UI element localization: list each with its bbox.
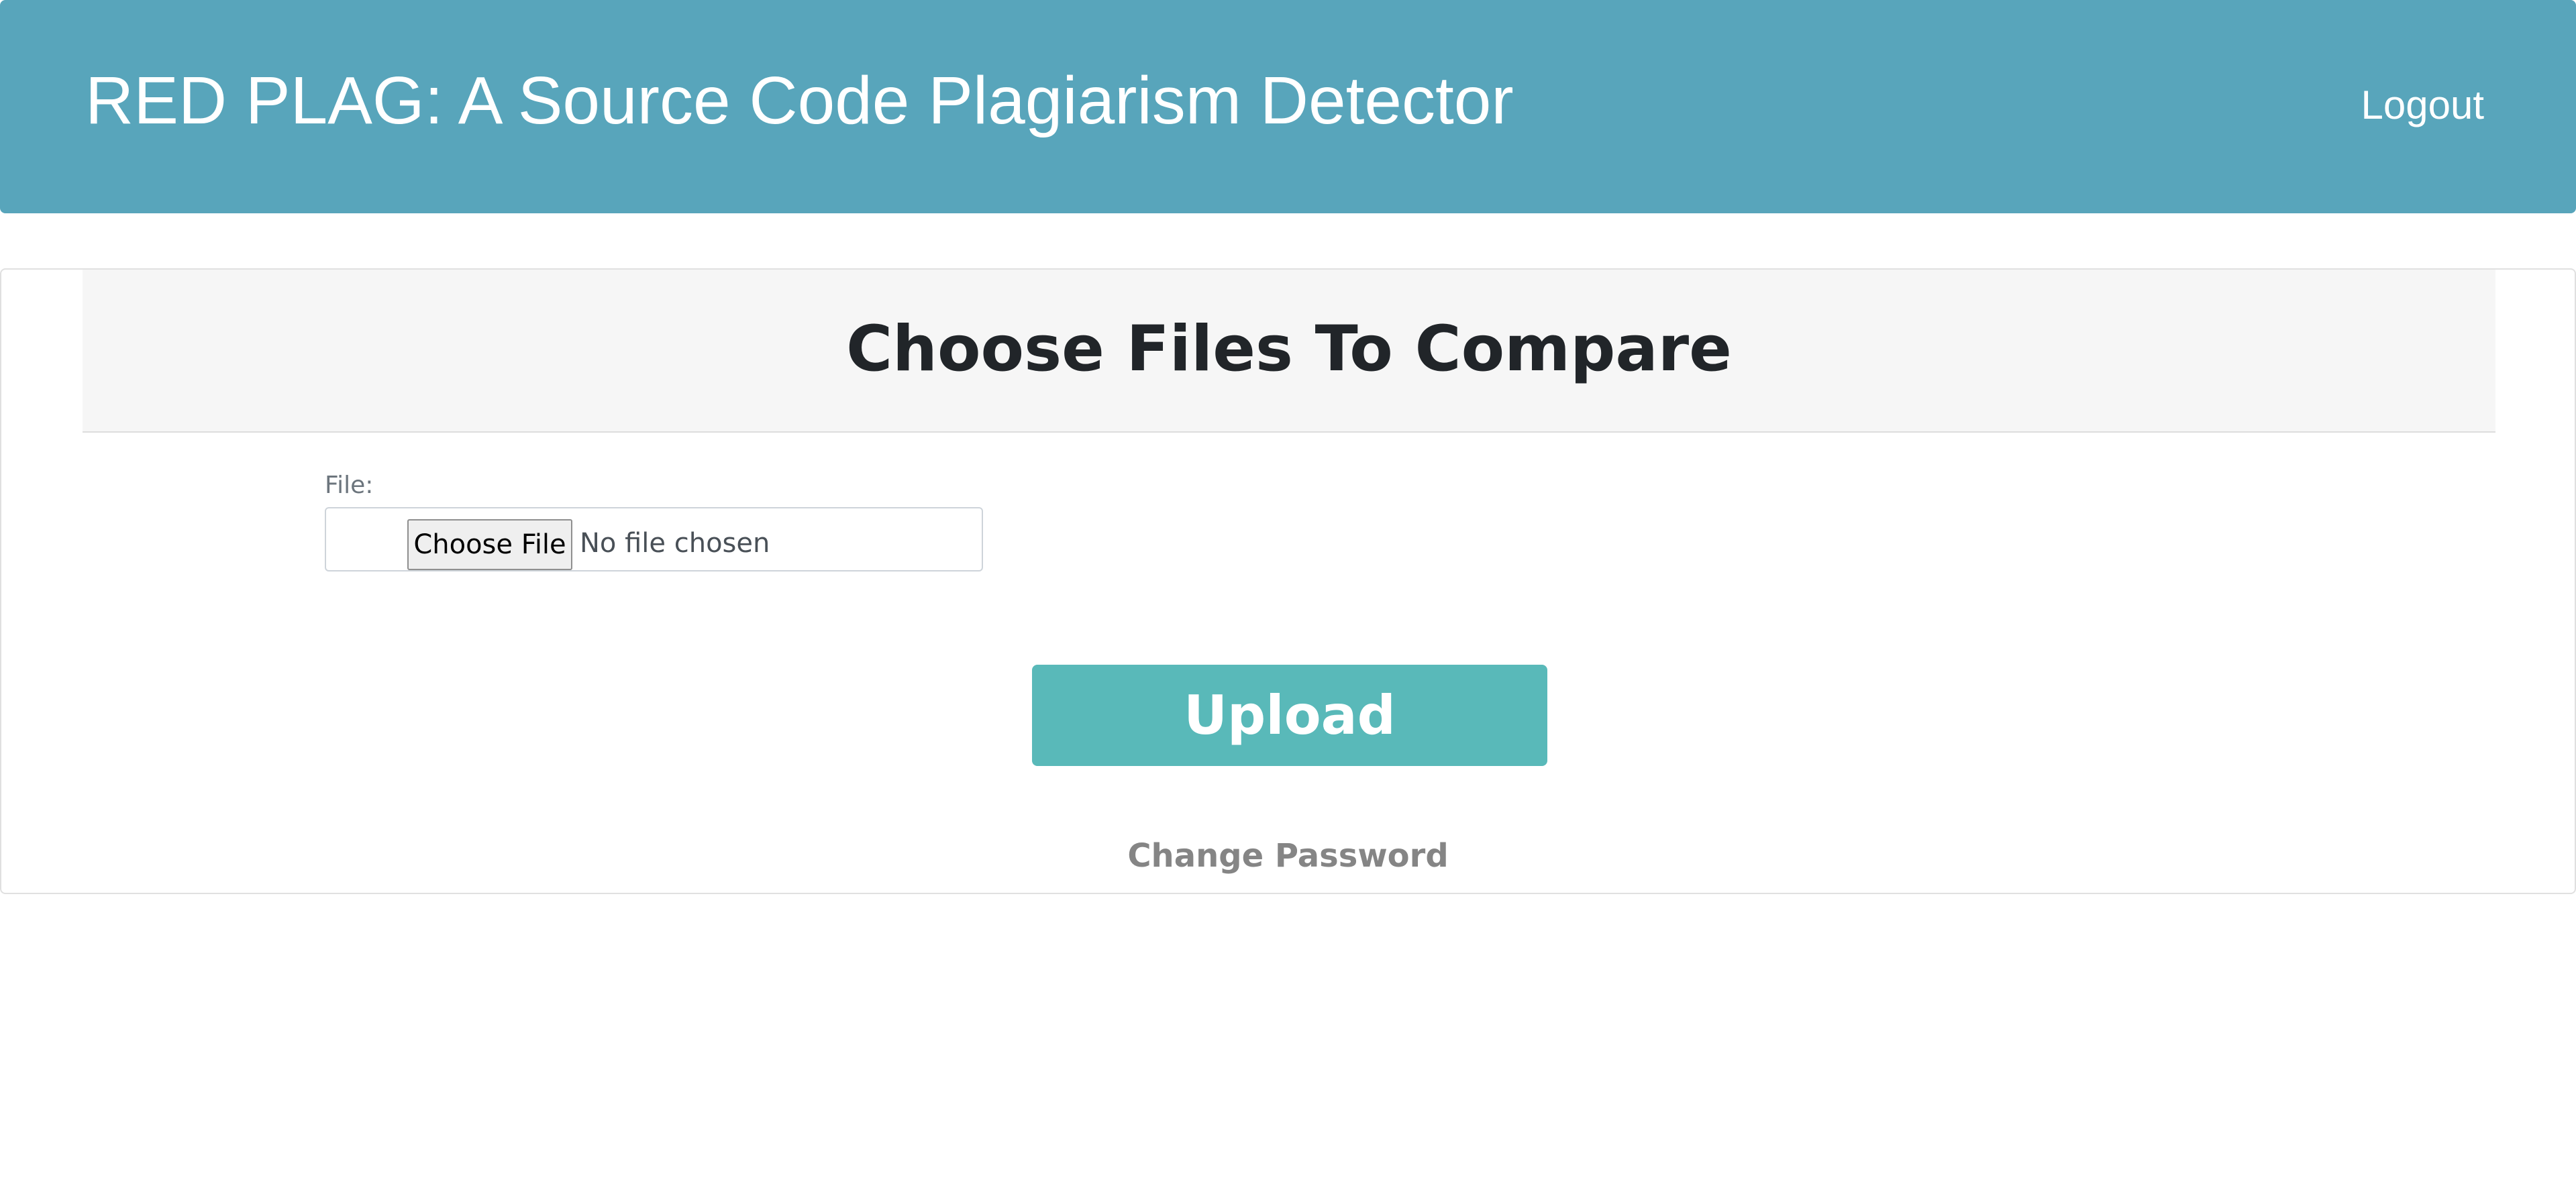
logout-link[interactable]: Logout bbox=[2361, 82, 2484, 129]
upload-button[interactable]: Upload bbox=[1032, 665, 1547, 766]
file-label: File: bbox=[325, 472, 374, 499]
top-navbar: RED PLAG: A Source Code Plagiarism Detec… bbox=[0, 0, 2576, 213]
app-title: RED PLAG: A Source Code Plagiarism Detec… bbox=[85, 63, 1514, 138]
file-status-text: No file chosen bbox=[580, 528, 770, 559]
change-password-link[interactable]: Change Password bbox=[1, 836, 2575, 875]
file-input[interactable]: Choose File No file chosen bbox=[325, 507, 983, 571]
choose-file-button[interactable]: Choose File bbox=[407, 519, 572, 570]
page-title: Choose Files To Compare bbox=[846, 313, 1732, 386]
compare-card: Choose Files To Compare File: Choose Fil… bbox=[0, 268, 2576, 894]
card-header: Choose Files To Compare bbox=[83, 270, 2495, 433]
